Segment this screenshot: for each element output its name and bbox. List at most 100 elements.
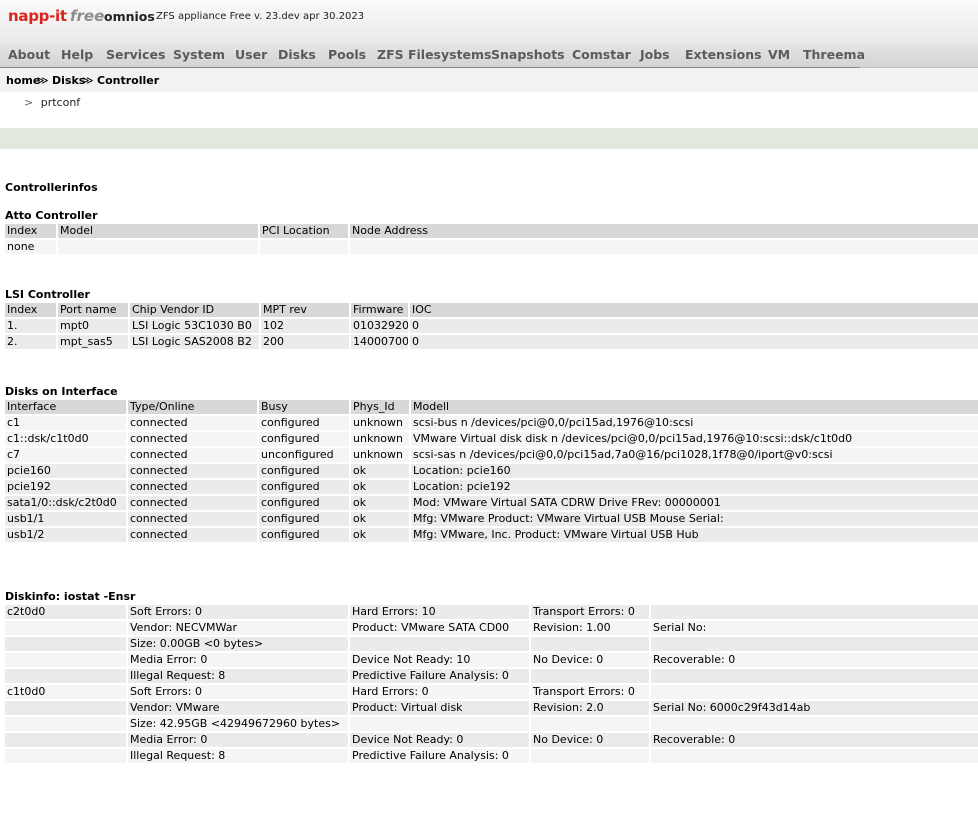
table-cell: No Device: 0 [531,733,649,747]
table-cell: mpt0 [58,319,128,333]
table-cell: Media Error: 0 [128,653,348,667]
menu-pools[interactable]: Pools [328,47,366,62]
table-cell: 200 [261,335,349,349]
menu-about[interactable]: About [8,47,50,62]
table-cell: Media Error: 0 [128,733,348,747]
version-text: ZFS appliance Free v. 23.dev apr 30.2023 [156,11,365,22]
menu-vm[interactable]: VM [768,47,790,62]
disks-section-title: Disks on Interface [5,385,118,398]
table-cell [5,669,126,683]
chevron-right-icon: > [24,96,34,109]
table-cell: VMware Virtual disk disk n /devices/pci@… [411,432,978,446]
table-cell: 0 [410,319,978,333]
logo-free-label: free [70,7,105,25]
table-cell [5,749,126,763]
main-menu-bar: About Help Services System User Disks Po… [0,42,978,68]
table-cell: ok [351,496,409,510]
breadcrumb-controller[interactable]: Controller [97,74,159,87]
column-header: Type/Online [128,400,257,414]
table-row: c2t0d0 Soft Errors: 0 Hard Errors: 10 Tr… [5,605,978,619]
table-row: Media Error: 0 Device Not Ready: 0 No De… [5,733,978,747]
menu-extensions[interactable]: Extensions [685,47,762,62]
table-cell: 14000700 [351,335,408,349]
column-header: Firmware [351,303,408,317]
table-cell [651,637,978,651]
table-cell: c1 [5,416,126,430]
table-cell: ok [351,512,409,526]
column-header: Modell [411,400,978,414]
table-cell [350,717,529,731]
table-cell: 1. [5,319,56,333]
table-cell: unknown [351,448,409,462]
table-row: c1t0d0 Soft Errors: 0 Hard Errors: 0 Tra… [5,685,978,699]
table-cell: connected [128,448,257,462]
table-cell [651,685,978,699]
breadcrumb-separator: ≫ [37,74,49,87]
napp-it-logo[interactable]: napp-it [8,7,67,25]
table-cell: ok [351,464,409,478]
table-cell: LSI Logic 53C1030 B0 [130,319,259,333]
table-cell [5,653,126,667]
table-cell: c1t0d0 [5,685,126,699]
table-cell: connected [128,496,257,510]
table-cell [350,637,529,651]
table-row: c7 connected unconfigured unknown scsi-s… [5,448,978,462]
menu-help[interactable]: Help [61,47,93,62]
table-cell: pcie160 [5,464,126,478]
breadcrumb-home[interactable]: home [6,74,40,87]
table-cell [651,717,978,731]
table-cell: Predictive Failure Analysis: 0 [350,669,529,683]
menu-comstar[interactable]: Comstar [572,47,631,62]
column-header: Interface [5,400,126,414]
table-cell [5,637,126,651]
table-cell [651,605,978,619]
table-cell: unknown [351,416,409,430]
table-row: usb1/1 connected configured ok Mfg: VMwa… [5,512,978,526]
table-cell: c2t0d0 [5,605,126,619]
table-cell: scsi-sas n /devices/pci@0,0/pci15ad,7a0@… [411,448,978,462]
menu-threema[interactable]: Threema [803,47,865,62]
subnav-prtconf[interactable]: > prtconf [24,96,80,109]
table-cell: Vendor: VMware [128,701,348,715]
table-cell: none [5,240,56,254]
menu-zfs-filesystems[interactable]: ZFS Filesystems [377,47,492,62]
table-cell: configured [259,512,349,526]
table-cell: connected [128,416,257,430]
breadcrumb-disks[interactable]: Disks [52,74,85,87]
column-header: IOC [410,303,978,317]
table-cell [531,749,649,763]
table-cell: scsi-bus n /devices/pci@0,0/pci15ad,1976… [411,416,978,430]
product-name: omnios [104,9,155,24]
menu-system[interactable]: System [173,47,225,62]
table-cell [531,669,649,683]
menu-disks[interactable]: Disks [278,47,316,62]
table-cell: Transport Errors: 0 [531,685,649,699]
table-cell [260,240,348,254]
table-cell: configured [259,464,349,478]
table-cell: sata1/0::dsk/c2t0d0 [5,496,126,510]
table-cell: 01032920 [351,319,408,333]
table-row: 1. mpt0 LSI Logic 53C1030 B0 102 0103292… [5,319,978,333]
table-cell [5,621,126,635]
column-header: MPT rev [261,303,349,317]
table-cell: Predictive Failure Analysis: 0 [350,749,529,763]
menu-user[interactable]: User [235,47,267,62]
table-cell [5,701,126,715]
menu-services[interactable]: Services [106,47,165,62]
menu-snapshots[interactable]: Snapshots [491,47,565,62]
table-cell: unknown [351,432,409,446]
menu-jobs[interactable]: Jobs [640,47,670,62]
table-row: c1::dsk/c1t0d0 connected configured unkn… [5,432,978,446]
table-row: Media Error: 0 Device Not Ready: 10 No D… [5,653,978,667]
table-row: sata1/0::dsk/c2t0d0 connected configured… [5,496,978,510]
table-row: Vendor: NECVMWar Product: VMware SATA CD… [5,621,978,635]
page-title: Controllerinfos [5,181,98,194]
table-cell [350,240,978,254]
table-cell [651,669,978,683]
lsi-controller-table: Index Port name Chip Vendor ID MPT rev F… [3,301,978,351]
table-cell: Illegal Request: 8 [128,669,348,683]
table-cell: ok [351,528,409,542]
column-header: Index [5,224,56,238]
diskinfo-table: c2t0d0 Soft Errors: 0 Hard Errors: 10 Tr… [3,603,978,765]
table-row: pcie192 connected configured ok Location… [5,480,978,494]
